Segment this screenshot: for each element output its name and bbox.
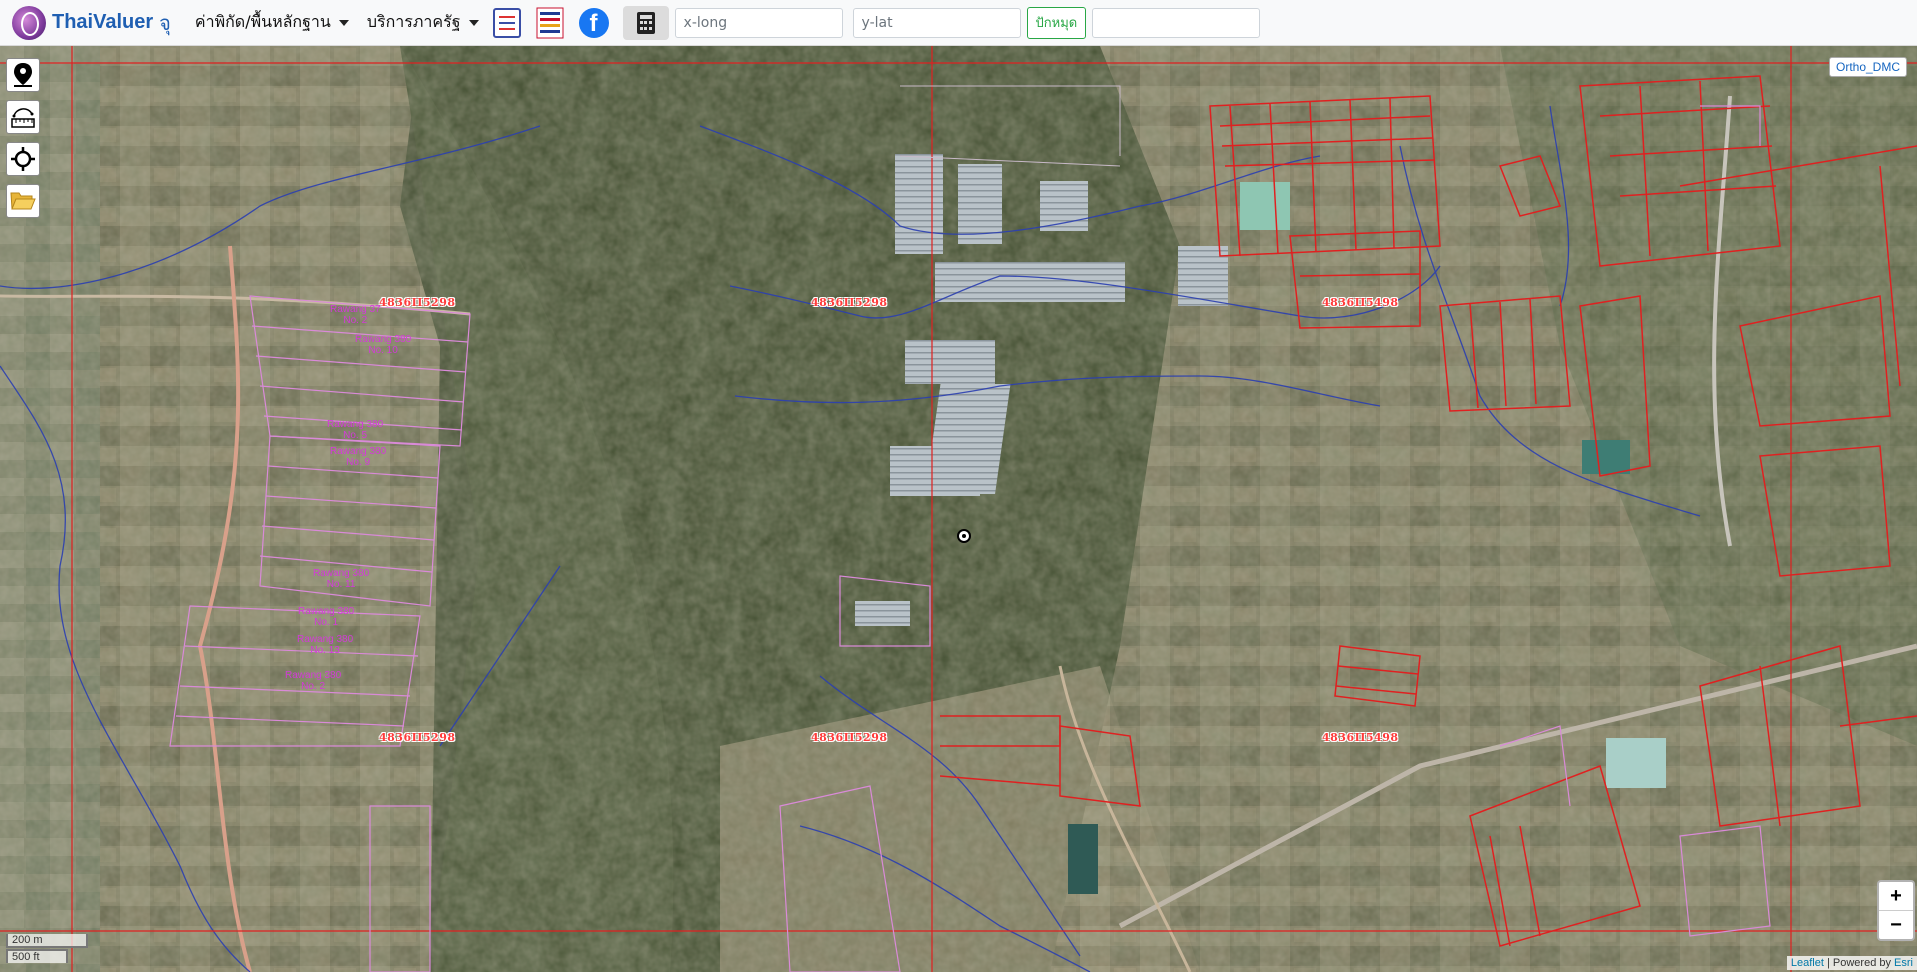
plot-label: Rawang 380 No. 9	[330, 446, 387, 468]
gov-document-button[interactable]	[492, 7, 521, 38]
scale-metric: 200 m	[6, 934, 88, 948]
gps-button[interactable]	[6, 142, 40, 176]
plot-label: Rawang 37 No. 2	[330, 304, 381, 326]
satellite-imagery	[0, 46, 1917, 972]
esri-link[interactable]: Esri	[1894, 957, 1913, 969]
menu-price-dropdown[interactable]: ค่าพิกัด/พื้นหลักฐาน	[195, 10, 349, 35]
calculator-button[interactable]	[622, 5, 669, 40]
attribution-separator: | Powered by	[1823, 957, 1895, 969]
sheet-label: 4836II5298	[811, 296, 888, 309]
plot-label: Rawang 380 No. 11	[313, 568, 370, 590]
menu-services-label: บริการภาครัฐ	[366, 12, 461, 31]
scale-imperial: 500 ft	[6, 949, 68, 963]
map-attribution: Leaflet | Powered by Esri	[1786, 956, 1917, 970]
zoom-out-button[interactable]: −	[1879, 910, 1913, 939]
measure-button[interactable]	[6, 100, 40, 134]
ruler-icon	[11, 108, 35, 128]
brand-name: ThaiValuer	[52, 11, 154, 33]
facebook-button[interactable]: f	[578, 7, 609, 38]
plot-label: Rawang 380 No. 10	[355, 334, 412, 356]
caret-down-icon	[468, 19, 479, 26]
calculator-icon	[636, 11, 655, 34]
plot-label: Rawang 380 No. 13	[297, 634, 354, 656]
locate-button[interactable]	[6, 58, 40, 92]
top-navbar: ThaiValuer จุ ค่าพิกัด/พื้นหลักฐาน บริกา…	[0, 0, 1917, 46]
search-input[interactable]	[1092, 7, 1261, 38]
folder-icon	[10, 192, 36, 210]
menu-services-dropdown[interactable]: บริการภาครัฐ	[367, 10, 479, 35]
zoom-in-button[interactable]: +	[1879, 882, 1913, 910]
caret-down-icon	[338, 19, 349, 26]
pin-button[interactable]: ปักหมุด	[1026, 6, 1087, 39]
plot-label: Rawang 380 No. 1	[298, 606, 355, 628]
plot-label: Rawang 380 No. 2	[285, 670, 342, 692]
crosshair-icon	[11, 147, 35, 171]
open-folder-button[interactable]	[6, 184, 40, 218]
layer-name-label[interactable]: Ortho_DMC	[1828, 57, 1907, 77]
sheet-label: 4836II5298	[811, 731, 888, 744]
plot-label: Rawang 380 No. 5	[327, 419, 384, 441]
leaflet-link[interactable]: Leaflet	[1791, 957, 1824, 969]
sheet-label: 4836II5498	[1322, 296, 1399, 309]
document-icon	[492, 7, 521, 38]
brand[interactable]: ThaiValuer จุ	[12, 5, 171, 40]
map-view[interactable]: 4836II5298 4836II5298 4836II5498 4836II5…	[0, 46, 1917, 972]
brand-sub: จุ	[159, 10, 171, 35]
sheet-label: 4836II5298	[379, 731, 456, 744]
zoom-control: + −	[1877, 880, 1915, 941]
menu-price-label: ค่าพิกัด/พื้นหลักฐาน	[194, 12, 331, 31]
x-long-input[interactable]	[674, 7, 843, 38]
location-marker[interactable]	[957, 529, 971, 543]
stamp-icon	[535, 6, 565, 40]
sheet-label: 4836II5298	[379, 296, 456, 309]
location-pin-icon	[14, 63, 32, 87]
stamp-link-button[interactable]	[535, 6, 565, 40]
sheet-label: 4836II5498	[1322, 731, 1399, 744]
y-lat-input[interactable]	[852, 7, 1021, 38]
facebook-icon: f	[578, 7, 609, 38]
brand-logo-icon	[12, 5, 46, 40]
